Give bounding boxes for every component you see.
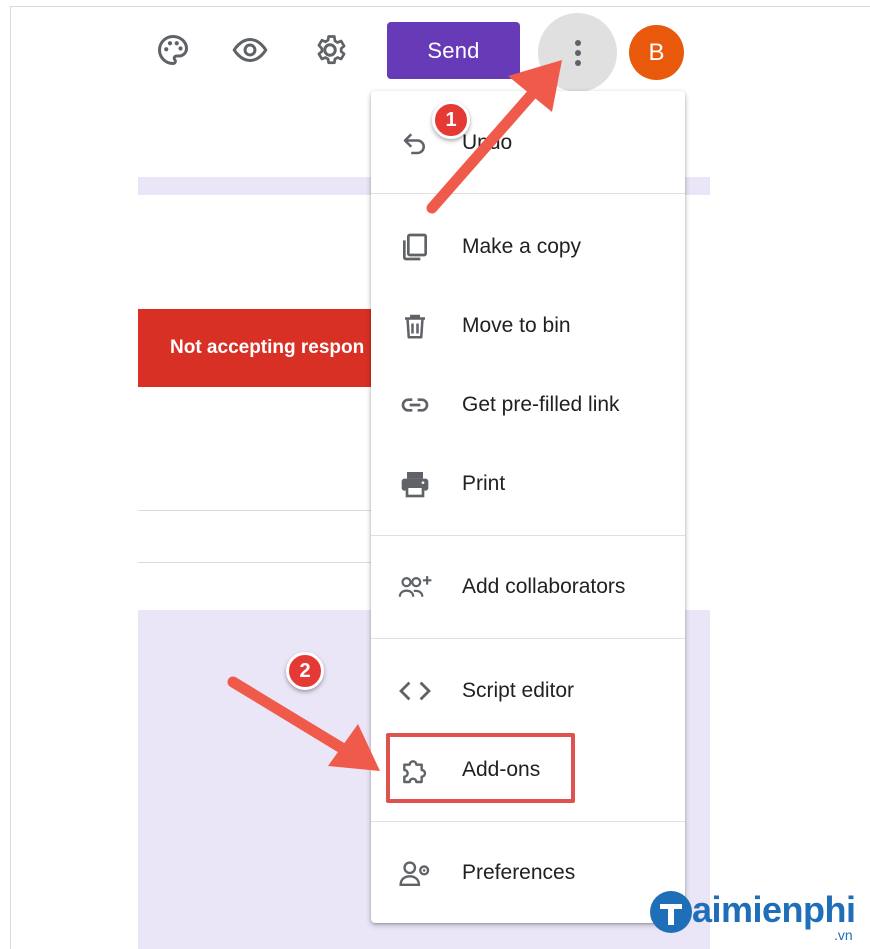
screenshot-stage: Send B Not accepting respon Undo [0, 0, 870, 949]
watermark-logo: aimienphi .vn [648, 887, 870, 949]
watermark-t-icon [650, 891, 692, 933]
step-badge-1: 1 [432, 101, 470, 139]
step-badge-2: 2 [286, 652, 324, 690]
arrow-2-shaft [227, 676, 351, 756]
watermark-suffix: .vn [834, 927, 853, 943]
watermark-brand: aimienphi [692, 889, 856, 930]
annotation-arrows [227, 60, 562, 771]
